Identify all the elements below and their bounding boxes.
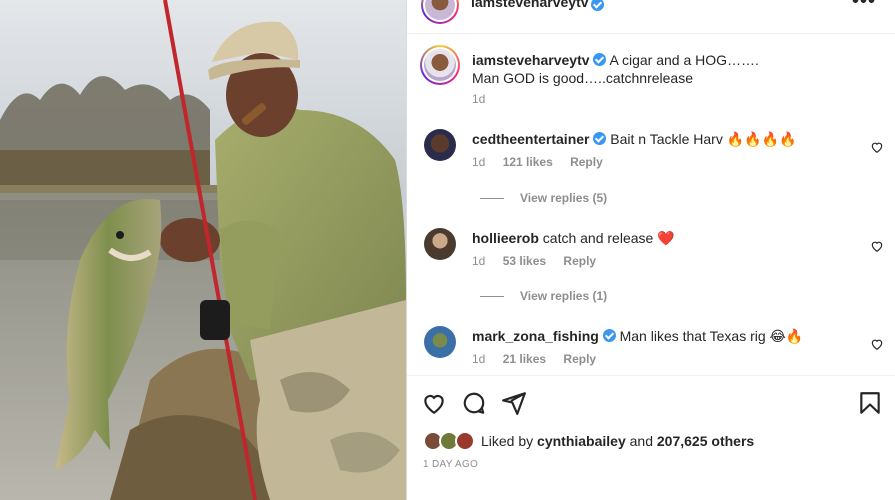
liked-by-user[interactable]: cynthiabailey: [537, 433, 626, 449]
caption-avatar[interactable]: [420, 45, 460, 85]
likes-count[interactable]: 207,625 others: [657, 433, 754, 449]
comment-likes[interactable]: 53 likes: [503, 254, 546, 268]
comment-meta: 1d 121 likes Reply: [472, 155, 617, 169]
view-replies-label: View replies (5): [520, 191, 608, 205]
reply-button[interactable]: Reply: [563, 352, 596, 366]
liked-by-prefix: Liked by: [481, 433, 534, 449]
reply-button[interactable]: Reply: [563, 254, 596, 268]
comment-time[interactable]: 1d: [472, 254, 485, 268]
liked-by-conj: and: [629, 433, 653, 449]
comment-item: hollieerob catch and release ❤️ 1d 53 li…: [407, 228, 895, 272]
caption-text-block: iamsteveharveytv A cigar and a HOG……. Ma…: [472, 51, 872, 87]
commenter-username[interactable]: cedtheentertainer: [472, 131, 589, 147]
commenter-username[interactable]: mark_zona_fishing: [472, 328, 599, 344]
post-details-panel: iamsteveharveytv ••• iamsteveharveytv A …: [406, 0, 895, 500]
more-options-icon[interactable]: •••: [852, 0, 876, 13]
comment-likes[interactable]: 121 likes: [503, 155, 553, 169]
comment-text: catch and release ❤️: [542, 230, 675, 246]
commenter-avatar[interactable]: [424, 228, 456, 260]
instagram-post: iamsteveharveytv ••• iamsteveharveytv A …: [0, 0, 895, 500]
caption-timestamp[interactable]: 1d: [472, 92, 485, 106]
caption-username[interactable]: iamsteveharveytv: [472, 52, 590, 68]
liked-by-text: Liked by cynthiabailey and 207,625 other…: [481, 433, 754, 449]
comment-meta: 1d 53 likes Reply: [472, 254, 610, 268]
fishing-photo-image: [0, 0, 406, 500]
heart-icon[interactable]: [870, 337, 884, 351]
comment-item: mark_zona_fishing Man likes that Texas r…: [407, 326, 895, 370]
view-replies-button[interactable]: View replies (5): [480, 191, 607, 205]
caption-text: A cigar and a HOG…….: [609, 52, 759, 68]
heart-icon[interactable]: [870, 140, 884, 154]
view-replies-label: View replies (1): [520, 289, 608, 303]
comment-text-line: mark_zona_fishing Man likes that Texas r…: [472, 327, 803, 345]
comment-text-line: hollieerob catch and release ❤️: [472, 229, 675, 247]
share-icon[interactable]: [501, 390, 527, 416]
post-photo[interactable]: [0, 0, 406, 500]
bookmark-icon[interactable]: [857, 390, 883, 416]
heart-icon[interactable]: [870, 239, 884, 253]
comment-icon[interactable]: [461, 390, 487, 416]
post-header: iamsteveharveytv •••: [407, 0, 895, 34]
author-username[interactable]: iamsteveharveytv: [471, 0, 589, 10]
comment-text: Man likes that Texas rig 😂🔥: [619, 328, 804, 344]
comment-time[interactable]: 1d: [472, 155, 485, 169]
post-actions: Liked by cynthiabailey and 207,625 other…: [407, 375, 895, 500]
replies-divider: [480, 295, 504, 297]
heart-icon[interactable]: [421, 390, 447, 416]
replies-divider: [480, 197, 504, 199]
liker-avatar: [455, 431, 475, 451]
caption-text-line2: Man GOD is good…..catchnrelease: [472, 70, 693, 86]
comment-meta: 1d 21 likes Reply: [472, 352, 610, 366]
author-avatar[interactable]: [421, 0, 459, 24]
reply-button[interactable]: Reply: [570, 155, 603, 169]
comment-likes[interactable]: 21 likes: [503, 352, 546, 366]
verified-badge-icon: [591, 0, 604, 11]
liked-by: Liked by cynthiabailey and 207,625 other…: [423, 431, 754, 451]
liker-avatars[interactable]: [423, 431, 475, 451]
verified-badge-icon: [602, 329, 616, 342]
comment-time[interactable]: 1d: [472, 352, 485, 366]
post-timestamp[interactable]: 1 DAY AGO: [423, 459, 478, 470]
commenter-username[interactable]: hollieerob: [472, 230, 539, 246]
comment-text: Bait n Tackle Harv 🔥🔥🔥🔥: [610, 131, 797, 147]
verified-badge-icon: [593, 132, 607, 145]
view-replies-button[interactable]: View replies (1): [480, 289, 607, 303]
comment-item: cedtheentertainer Bait n Tackle Harv 🔥🔥🔥…: [407, 129, 895, 173]
commenter-avatar[interactable]: [424, 129, 456, 161]
verified-badge-icon: [593, 53, 607, 66]
comment-text-line: cedtheentertainer Bait n Tackle Harv 🔥🔥🔥…: [472, 130, 796, 148]
commenter-avatar[interactable]: [424, 326, 456, 358]
